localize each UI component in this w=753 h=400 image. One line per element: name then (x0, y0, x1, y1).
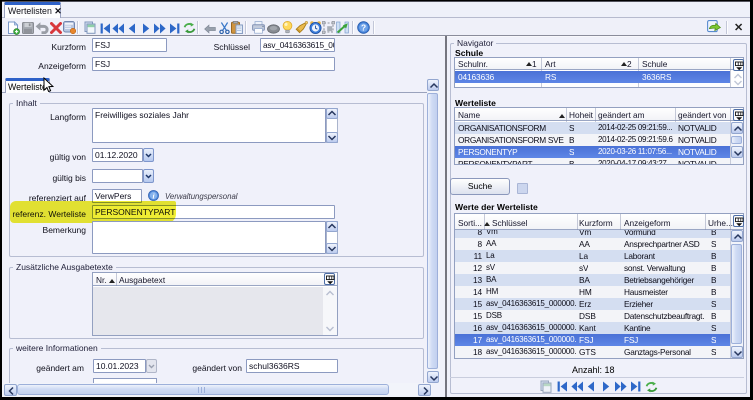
svg-text:?: ? (361, 22, 366, 32)
